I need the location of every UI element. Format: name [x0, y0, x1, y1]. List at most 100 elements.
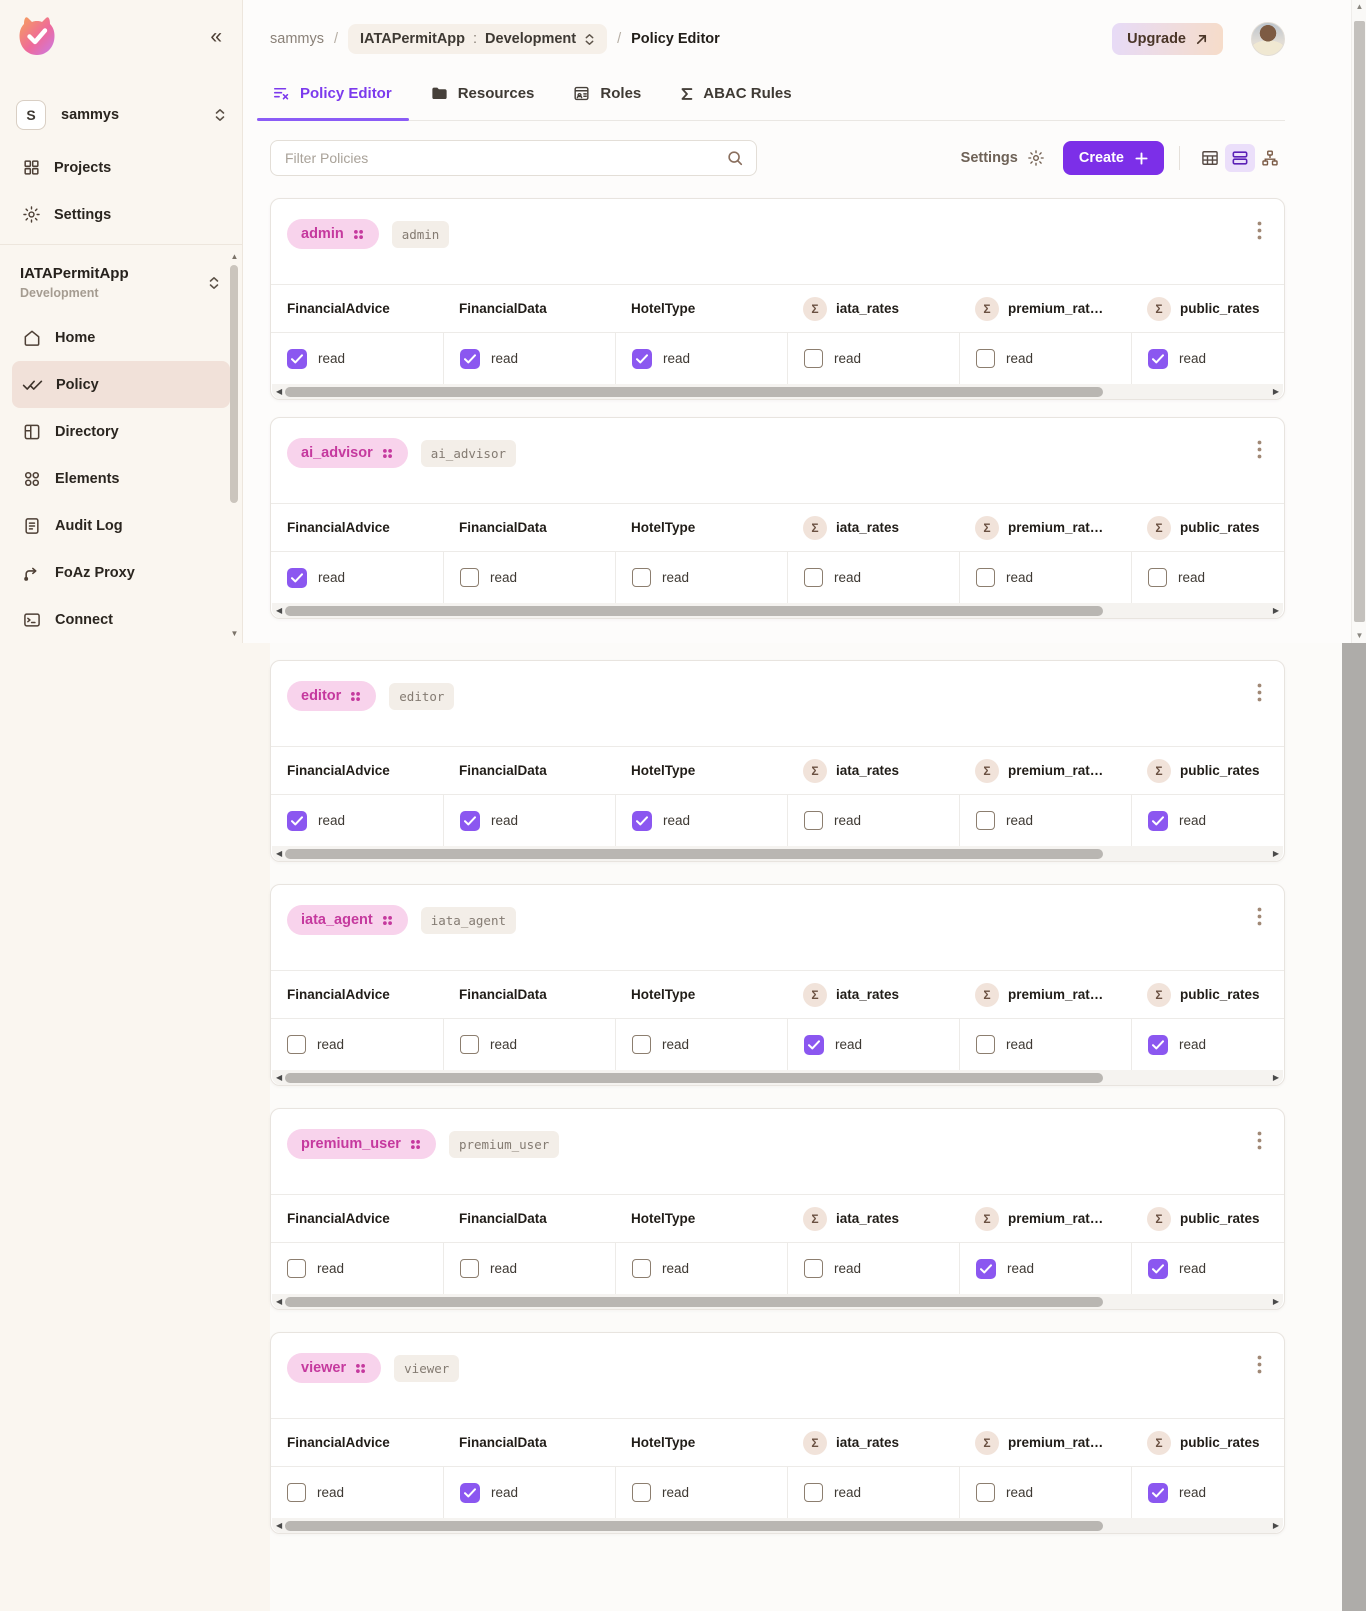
- card-menu-button[interactable]: [1251, 1353, 1268, 1376]
- scroll-right-icon[interactable]: ▶: [1273, 1520, 1279, 1532]
- page-scroll-thumb[interactable]: [1354, 21, 1365, 622]
- permission-checkbox[interactable]: [1148, 1259, 1168, 1279]
- permission-checkbox[interactable]: [632, 1259, 651, 1278]
- permission-checkbox[interactable]: [632, 349, 652, 369]
- scroll-up-icon[interactable]: ▲: [229, 252, 240, 262]
- horizontal-scroll-thumb[interactable]: [285, 1521, 1103, 1531]
- horizontal-scrollbar[interactable]: ◀▶: [272, 1518, 1283, 1533]
- permission-checkbox[interactable]: [287, 1035, 306, 1054]
- role-pill-ai_advisor[interactable]: ai_advisor: [287, 438, 408, 468]
- card-menu-button[interactable]: [1251, 219, 1268, 242]
- permission-checkbox[interactable]: [976, 811, 995, 830]
- scroll-left-icon[interactable]: ◀: [276, 1520, 282, 1532]
- permission-checkbox[interactable]: [632, 568, 651, 587]
- permission-checkbox[interactable]: [804, 811, 823, 830]
- sidebar-item-foaz-proxy[interactable]: FoAz Proxy: [12, 549, 230, 596]
- horizontal-scrollbar[interactable]: ◀▶: [272, 1294, 1283, 1309]
- scroll-right-icon[interactable]: ▶: [1273, 1296, 1279, 1308]
- sidebar-item-elements[interactable]: Elements: [12, 455, 230, 502]
- role-pill-editor[interactable]: editor: [287, 681, 376, 711]
- permission-checkbox[interactable]: [460, 811, 480, 831]
- permission-checkbox[interactable]: [632, 811, 652, 831]
- sidebar-item-policy[interactable]: Policy: [12, 361, 230, 408]
- permission-checkbox[interactable]: [1148, 568, 1167, 587]
- scroll-down-icon[interactable]: ▼: [1352, 631, 1366, 641]
- permission-checkbox[interactable]: [976, 1259, 996, 1279]
- permission-checkbox[interactable]: [804, 1035, 824, 1055]
- tab-policy-editor[interactable]: Policy Editor: [270, 80, 394, 120]
- permission-checkbox[interactable]: [632, 1035, 651, 1054]
- permission-checkbox[interactable]: [1148, 811, 1168, 831]
- permission-checkbox[interactable]: [287, 1259, 306, 1278]
- permission-checkbox[interactable]: [976, 1035, 995, 1054]
- permission-checkbox[interactable]: [1148, 1035, 1168, 1055]
- horizontal-scrollbar[interactable]: ◀▶: [272, 603, 1283, 618]
- horizontal-scrollbar[interactable]: ◀▶: [272, 384, 1283, 399]
- role-pill-viewer[interactable]: viewer: [287, 1353, 381, 1383]
- scroll-left-icon[interactable]: ◀: [276, 605, 282, 617]
- permission-checkbox[interactable]: [460, 1259, 479, 1278]
- scroll-right-icon[interactable]: ▶: [1273, 1072, 1279, 1084]
- sidebar-scrollbar[interactable]: ▲ ▼: [229, 252, 240, 639]
- scroll-right-icon[interactable]: ▶: [1273, 386, 1279, 398]
- permission-checkbox[interactable]: [804, 1483, 823, 1502]
- card-menu-button[interactable]: [1251, 905, 1268, 928]
- horizontal-scrollbar[interactable]: ◀▶: [272, 846, 1283, 861]
- permission-checkbox[interactable]: [804, 568, 823, 587]
- project-selector[interactable]: IATAPermitApp Development: [0, 245, 242, 304]
- scroll-left-icon[interactable]: ◀: [276, 1296, 282, 1308]
- table-view-button[interactable]: [1195, 144, 1225, 172]
- role-pill-admin[interactable]: admin: [287, 219, 379, 249]
- permission-checkbox[interactable]: [976, 568, 995, 587]
- create-policy-button[interactable]: Create: [1063, 141, 1164, 175]
- permission-checkbox[interactable]: [287, 1483, 306, 1502]
- hierarchy-view-button[interactable]: [1255, 144, 1285, 172]
- horizontal-scrollbar[interactable]: ◀▶: [272, 1070, 1283, 1085]
- permission-checkbox[interactable]: [976, 1483, 995, 1502]
- sidebar-item-audit-log[interactable]: Audit Log: [12, 502, 230, 549]
- user-avatar[interactable]: [1251, 22, 1285, 56]
- card-menu-button[interactable]: [1251, 681, 1268, 704]
- role-pill-premium_user[interactable]: premium_user: [287, 1129, 436, 1159]
- horizontal-scroll-thumb[interactable]: [285, 1073, 1103, 1083]
- sidebar-item-home[interactable]: Home: [12, 314, 230, 361]
- horizontal-scroll-thumb[interactable]: [285, 1297, 1103, 1307]
- tab-roles[interactable]: Roles: [570, 80, 643, 120]
- role-pill-iata_agent[interactable]: iata_agent: [287, 905, 408, 935]
- horizontal-scroll-thumb[interactable]: [285, 606, 1103, 616]
- scroll-right-icon[interactable]: ▶: [1273, 848, 1279, 860]
- upgrade-button[interactable]: Upgrade: [1112, 23, 1223, 55]
- permission-checkbox[interactable]: [1148, 349, 1168, 369]
- card-menu-button[interactable]: [1251, 438, 1268, 461]
- permission-checkbox[interactable]: [632, 1483, 651, 1502]
- tab-resources[interactable]: Resources: [428, 80, 537, 120]
- permission-checkbox[interactable]: [460, 349, 480, 369]
- permission-checkbox[interactable]: [287, 568, 307, 588]
- permission-checkbox[interactable]: [460, 1035, 479, 1054]
- page-scrollbar[interactable]: ▲ ▼: [1351, 0, 1366, 643]
- workspace-selector[interactable]: S sammys: [16, 100, 226, 130]
- page-scroll-thumb-lower[interactable]: [1342, 643, 1366, 1611]
- sidebar-item-settings[interactable]: Settings: [12, 191, 230, 238]
- breadcrumb-workspace[interactable]: sammys: [270, 31, 324, 47]
- breadcrumb-project-env-selector[interactable]: IATAPermitApp : Development: [348, 24, 607, 54]
- scroll-left-icon[interactable]: ◀: [276, 848, 282, 860]
- card-menu-button[interactable]: [1251, 1129, 1268, 1152]
- permission-checkbox[interactable]: [460, 568, 479, 587]
- scroll-left-icon[interactable]: ◀: [276, 386, 282, 398]
- permission-checkbox[interactable]: [804, 1259, 823, 1278]
- filter-policies-input[interactable]: [283, 149, 726, 167]
- scroll-down-icon[interactable]: ▼: [229, 629, 240, 639]
- scroll-left-icon[interactable]: ◀: [276, 1072, 282, 1084]
- sidebar-item-connect[interactable]: Connect: [12, 596, 230, 643]
- sidebar-scroll-thumb[interactable]: [230, 265, 238, 503]
- sidebar-item-projects[interactable]: Projects: [12, 144, 230, 191]
- sidebar-collapse-icon[interactable]: «: [210, 26, 222, 47]
- policy-settings-button[interactable]: Settings: [961, 149, 1045, 167]
- scroll-right-icon[interactable]: ▶: [1273, 605, 1279, 617]
- horizontal-scroll-thumb[interactable]: [285, 387, 1103, 397]
- permission-checkbox[interactable]: [1148, 1483, 1168, 1503]
- permission-checkbox[interactable]: [804, 349, 823, 368]
- permission-checkbox[interactable]: [460, 1483, 480, 1503]
- horizontal-scroll-thumb[interactable]: [285, 849, 1103, 859]
